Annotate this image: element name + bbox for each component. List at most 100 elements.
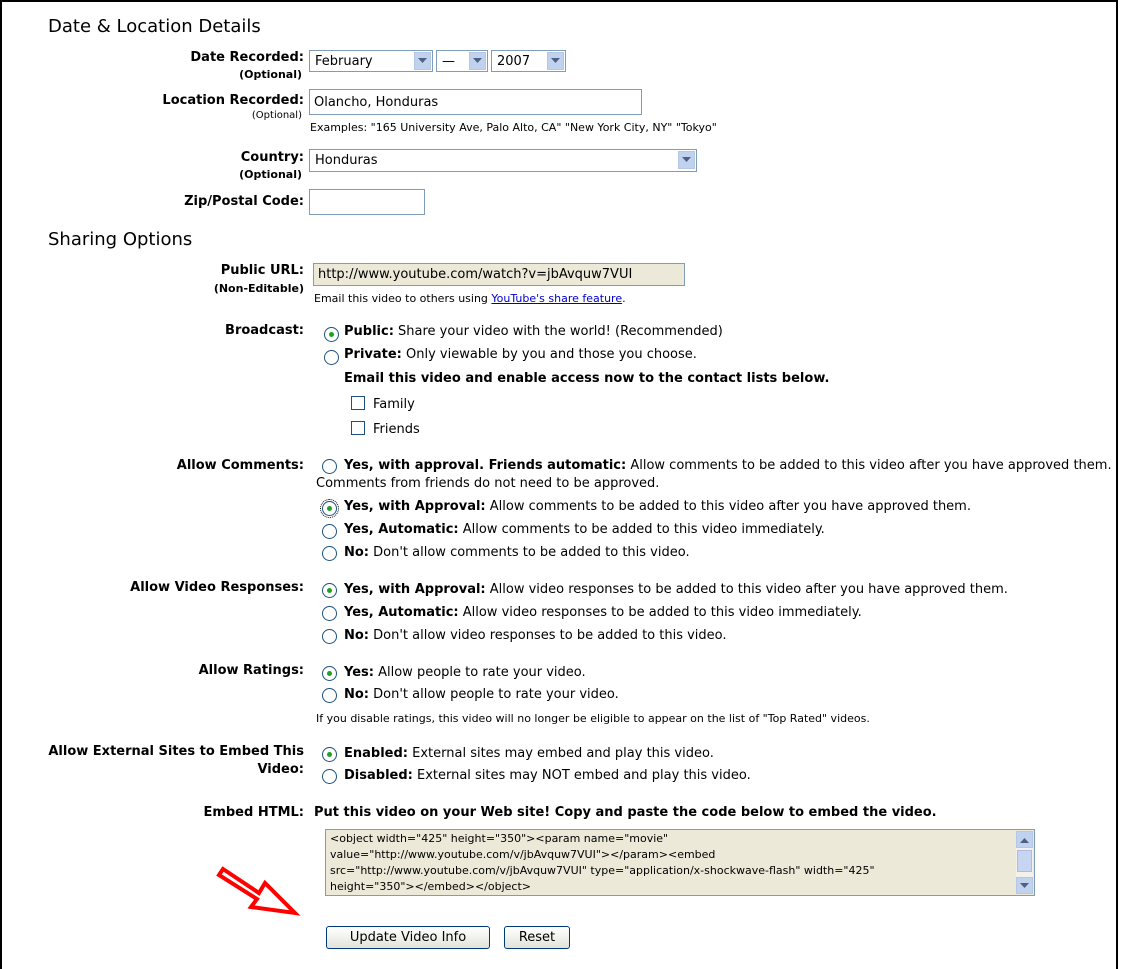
month-select[interactable]: February (309, 50, 433, 72)
r1-bold: Yes, with Approval: (344, 582, 486, 597)
c1-text: Allow comments to be added to this video… (626, 458, 1112, 473)
day-select[interactable]: — (436, 50, 488, 72)
ratings-label: Allow Ratings: (198, 663, 304, 678)
comments-automatic-radio[interactable] (322, 524, 337, 539)
public-url-value: http://www.youtube.com/watch?v=jbAvquw7V… (318, 267, 633, 282)
section-heading-date-location: Date & Location Details (48, 16, 261, 37)
chevron-down-icon (414, 52, 431, 70)
location-input[interactable]: Olancho, Honduras (309, 89, 642, 115)
family-label: Family (373, 397, 415, 412)
ratings-yes-option: Yes: Allow people to rate your video. (344, 665, 586, 680)
ratings-no-radio[interactable] (322, 688, 337, 703)
c1-bold: Yes, with approval. Friends automatic: (344, 458, 627, 473)
chevron-down-icon (678, 151, 695, 169)
e1-text: External sites may embed and play this v… (408, 746, 714, 761)
broadcast-public-option: Public: Share your video with the world!… (344, 324, 723, 339)
embed-enabled-radio[interactable] (322, 747, 337, 762)
embed-disabled-option: Disabled: External sites may NOT embed a… (344, 768, 751, 783)
ratings-note: If you disable ratings, this video will … (316, 712, 870, 725)
scroll-thumb[interactable] (1017, 850, 1032, 872)
embed-disabled-radio[interactable] (322, 769, 337, 784)
friends-label: Friends (373, 422, 420, 437)
public-text: Share your video with the world! (Recomm… (393, 324, 723, 339)
ra1-text: Allow people to rate your video. (373, 665, 586, 680)
update-video-info-button[interactable]: Update Video Info (326, 926, 490, 949)
ratings-no-option: No: Don't allow people to rate your vide… (344, 687, 619, 702)
share-text: Email this video to others using YouTube… (314, 292, 626, 305)
ra2-text: Don't allow people to rate your video. (369, 687, 619, 702)
responses-automatic-radio[interactable] (322, 606, 337, 621)
location-value: Olancho, Honduras (314, 94, 439, 110)
responses-approval-option: Yes, with Approval: Allow video response… (344, 582, 1008, 597)
public-url-field[interactable]: http://www.youtube.com/watch?v=jbAvquw7V… (313, 263, 685, 286)
reset-button[interactable]: Reset (504, 926, 570, 949)
red-arrow-icon (216, 866, 301, 916)
responses-automatic-option: Yes, Automatic: Allow video responses to… (344, 605, 862, 620)
c4-bold: No: (344, 545, 370, 560)
embed-label-line1: Allow External Sites to Embed This (48, 744, 304, 759)
embed-enabled-option: Enabled: External sites may embed and pl… (344, 746, 714, 761)
location-recorded-label: Location Recorded: (162, 93, 304, 108)
share-feature-link[interactable]: YouTube's share feature (491, 292, 622, 305)
year-value: 2007 (497, 53, 531, 69)
date-recorded-label: Date Recorded: (190, 50, 304, 65)
family-checkbox[interactable] (351, 396, 365, 410)
embed-html-desc: Put this video on your Web site! Copy an… (314, 805, 937, 820)
e2-bold: Disabled: (344, 768, 413, 783)
day-value: — (442, 53, 455, 69)
friends-checkbox[interactable] (351, 421, 365, 435)
ra2-bold: No: (344, 687, 370, 702)
year-select[interactable]: 2007 (491, 50, 566, 72)
country-value: Honduras (315, 153, 378, 168)
c3-text: Allow comments to be added to this video… (458, 522, 825, 537)
e2-text: External sites may NOT embed and play th… (412, 768, 751, 783)
embed-code-line: <object width="425" height="350"><param … (330, 832, 669, 845)
chevron-down-icon (469, 52, 486, 70)
comments-approval-option: Yes, with Approval: Allow comments to be… (344, 499, 971, 514)
c2-text: Allow comments to be added to this video… (485, 499, 971, 514)
email-contacts-heading: Email this video and enable access now t… (344, 371, 830, 386)
comments-friends-option: Yes, with approval. Friends automatic: A… (344, 458, 1112, 473)
r3-text: Don't allow video responses to be added … (369, 628, 727, 643)
section-heading-sharing: Sharing Options (48, 229, 193, 250)
private-bold: Private: (344, 347, 402, 362)
broadcast-private-option: Private: Only viewable by you and those … (344, 347, 697, 362)
broadcast-public-radio[interactable] (324, 327, 339, 342)
c3-bold: Yes, Automatic: (344, 522, 459, 537)
responses-no-radio[interactable] (322, 629, 337, 644)
c2-bold: Yes, with Approval: (344, 499, 486, 514)
broadcast-private-radio[interactable] (324, 350, 339, 365)
r2-text: Allow video responses to be added to thi… (458, 605, 862, 620)
zip-input[interactable] (309, 189, 425, 215)
broadcast-label: Broadcast: (225, 323, 304, 338)
r2-bold: Yes, Automatic: (344, 605, 459, 620)
embed-html-label: Embed HTML: (203, 805, 304, 820)
embed-code-line: src="http://www.youtube.com/v/jbAvquw7VU… (330, 864, 875, 877)
scroll-down-icon[interactable] (1016, 877, 1033, 894)
comments-approval-radio[interactable] (320, 499, 339, 518)
comments-automatic-option: Yes, Automatic: Allow comments to be add… (344, 522, 825, 537)
embed-scrollbar[interactable] (1016, 831, 1033, 894)
responses-label: Allow Video Responses: (130, 580, 304, 595)
scroll-up-icon[interactable] (1016, 831, 1033, 848)
country-optional: (Optional) (239, 168, 302, 181)
country-select[interactable]: Honduras (309, 149, 697, 172)
location-recorded-optional: (Optional) (251, 110, 302, 121)
public-url-sub: (Non-Editable) (213, 282, 304, 295)
zip-label: Zip/Postal Code: (184, 194, 304, 209)
ratings-yes-radio[interactable] (322, 666, 337, 681)
comments-friends-note: Comments from friends do not need to be … (316, 476, 660, 491)
public-bold: Public: (344, 324, 394, 339)
country-label: Country: (240, 150, 304, 165)
responses-no-option: No: Don't allow video responses to be ad… (344, 628, 727, 643)
comments-no-option: No: Don't allow comments to be added to … (344, 545, 690, 560)
embed-label-line2: Video: (257, 762, 304, 777)
embed-code-textarea[interactable]: <object width="425" height="350"><param … (325, 829, 1035, 896)
public-url-label: Public URL: (220, 263, 304, 278)
responses-approval-radio[interactable] (322, 583, 337, 598)
embed-code-line: height="350"></embed></object> (330, 880, 532, 893)
comments-label: Allow Comments: (176, 458, 304, 473)
comments-friends-radio[interactable] (322, 459, 337, 474)
r1-text: Allow video responses to be added to thi… (485, 582, 1008, 597)
comments-no-radio[interactable] (322, 546, 337, 561)
